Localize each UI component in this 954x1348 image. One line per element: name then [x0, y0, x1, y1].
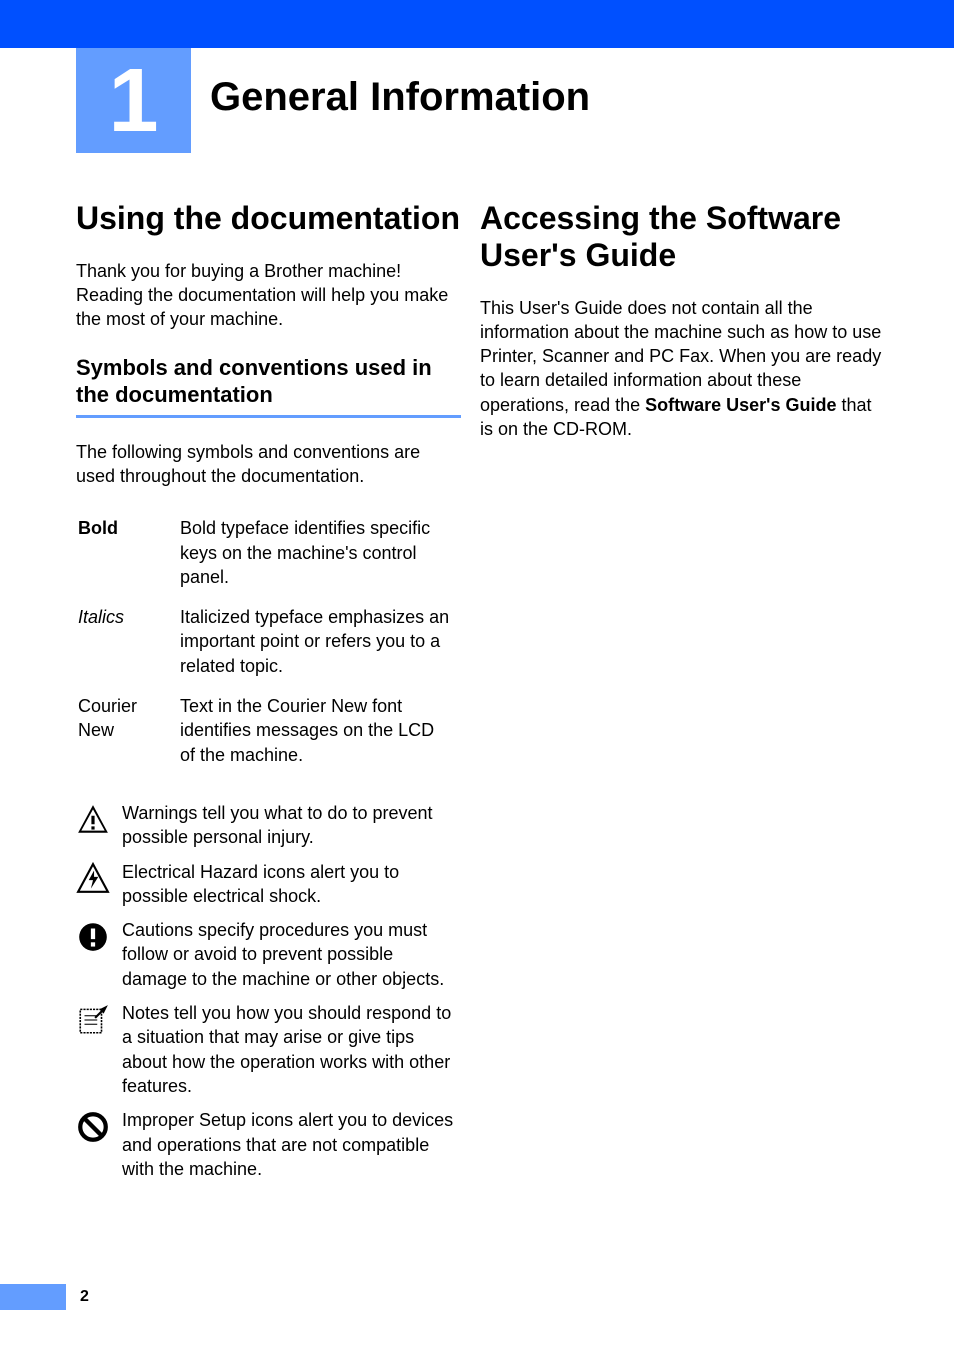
caution-text: Cautions specify procedures you must fol…	[122, 918, 461, 991]
section-heading-accessing: Accessing the Software User's Guide	[480, 200, 885, 274]
term-italics: Italics	[78, 601, 178, 688]
list-item: Electrical Hazard icons alert you to pos…	[76, 860, 461, 909]
table-row: Bold Bold typeface identifies specific k…	[78, 512, 459, 599]
term-courier: Courier New	[78, 690, 178, 777]
list-item: Improper Setup icons alert you to device…	[76, 1108, 461, 1181]
note-text: Notes tell you how you should respond to…	[122, 1001, 461, 1098]
list-item: Notes tell you how you should respond to…	[76, 1001, 461, 1098]
subsection-rule	[76, 415, 461, 418]
improper-setup-icon	[76, 1108, 122, 1149]
caution-icon	[76, 918, 122, 959]
section-heading-using: Using the documentation	[76, 200, 461, 237]
para-accessing: This User's Guide does not contain all t…	[480, 296, 885, 442]
electrical-hazard-icon	[76, 860, 122, 901]
warning-text: Warnings tell you what to do to prevent …	[122, 801, 461, 850]
right-column: Accessing the Software User's Guide This…	[480, 200, 885, 463]
conventions-table: Bold Bold typeface identifies specific k…	[76, 510, 461, 779]
chapter-number-block: 1	[76, 48, 191, 153]
term-bold: Bold	[78, 512, 178, 599]
warning-icon	[76, 801, 122, 842]
chapter-title: General Information	[210, 75, 590, 120]
list-item: Cautions specify procedures you must fol…	[76, 918, 461, 991]
chapter-number: 1	[108, 56, 158, 146]
icon-list: Warnings tell you what to do to prevent …	[76, 801, 461, 1181]
electrical-text: Electrical Hazard icons alert you to pos…	[122, 860, 461, 909]
para-accessing-bold: Software User's Guide	[645, 395, 836, 415]
subsection-heading-symbols: Symbols and conventions used in the docu…	[76, 354, 461, 409]
list-item: Warnings tell you what to do to prevent …	[76, 801, 461, 850]
desc-italics: Italicized typeface emphasizes an import…	[180, 601, 459, 688]
top-bar	[0, 0, 954, 48]
table-row: Courier New Text in the Courier New font…	[78, 690, 459, 777]
para-symbols-intro: The following symbols and conventions ar…	[76, 440, 461, 489]
left-column: Using the documentation Thank you for bu…	[76, 200, 461, 1191]
note-icon	[76, 1001, 122, 1042]
desc-courier: Text in the Courier New font identifies …	[180, 690, 459, 777]
desc-bold: Bold typeface identifies specific keys o…	[180, 512, 459, 599]
improper-text: Improper Setup icons alert you to device…	[122, 1108, 461, 1181]
table-row: Italics Italicized typeface emphasizes a…	[78, 601, 459, 688]
para-thank-you: Thank you for buying a Brother machine! …	[76, 259, 461, 332]
page-number-tab	[0, 1284, 66, 1310]
page-number: 2	[80, 1288, 89, 1306]
